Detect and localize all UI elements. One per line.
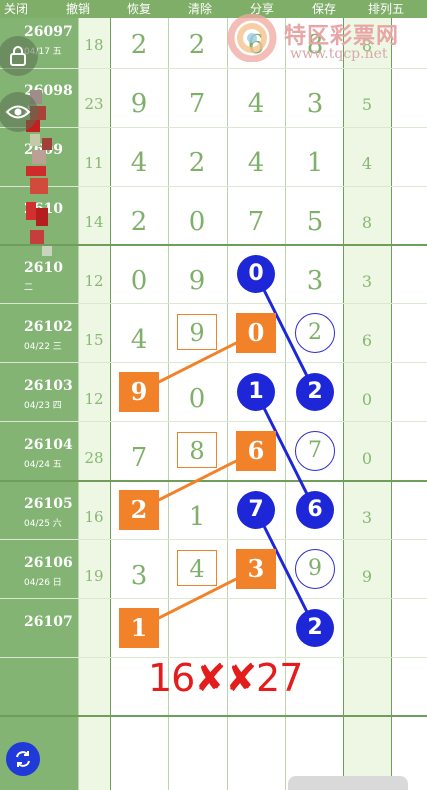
orange-marker[interactable]: 1 [119, 608, 159, 648]
close-button[interactable]: 关闭 [4, 1, 28, 17]
trend-lines [138, 273, 317, 630]
orange-marker[interactable]: 2 [119, 490, 159, 530]
orange-outline-marker[interactable]: 9 [177, 314, 217, 350]
blue-outline-marker[interactable]: 9 [295, 549, 335, 589]
orange-marker[interactable]: 3 [236, 549, 276, 589]
lock-icon [10, 46, 26, 66]
blue-marker[interactable]: 0 [237, 255, 275, 293]
watermark-url: www.tqcp.net [290, 46, 388, 62]
undo-button[interactable]: 撤销 [66, 1, 90, 17]
bottom-handle[interactable] [288, 776, 408, 790]
clear-button[interactable]: 清除 [188, 1, 212, 17]
blue-marker[interactable]: 2 [296, 373, 334, 411]
blue-outline-marker[interactable]: 7 [295, 431, 335, 471]
eye-icon [5, 105, 31, 119]
orange-marker[interactable]: 0 [236, 313, 276, 353]
blue-marker[interactable]: 2 [296, 609, 334, 647]
orange-outline-marker[interactable]: 8 [177, 432, 217, 468]
refresh-button[interactable] [6, 742, 40, 776]
blue-marker[interactable]: 7 [237, 491, 275, 529]
orange-outline-marker[interactable]: 4 [177, 550, 217, 586]
blue-marker[interactable]: 1 [237, 373, 275, 411]
refresh-icon [16, 751, 30, 767]
orange-marker[interactable]: 6 [236, 431, 276, 471]
blue-outline-marker[interactable]: 2 [295, 313, 335, 353]
orange-marker[interactable]: 9 [119, 372, 159, 412]
blue-marker[interactable]: 6 [296, 491, 334, 529]
redo-button[interactable]: 恢复 [127, 1, 151, 17]
watermark: 特区彩票网 www.tqcp.net [226, 14, 426, 64]
brand-logo-icon [227, 14, 277, 62]
